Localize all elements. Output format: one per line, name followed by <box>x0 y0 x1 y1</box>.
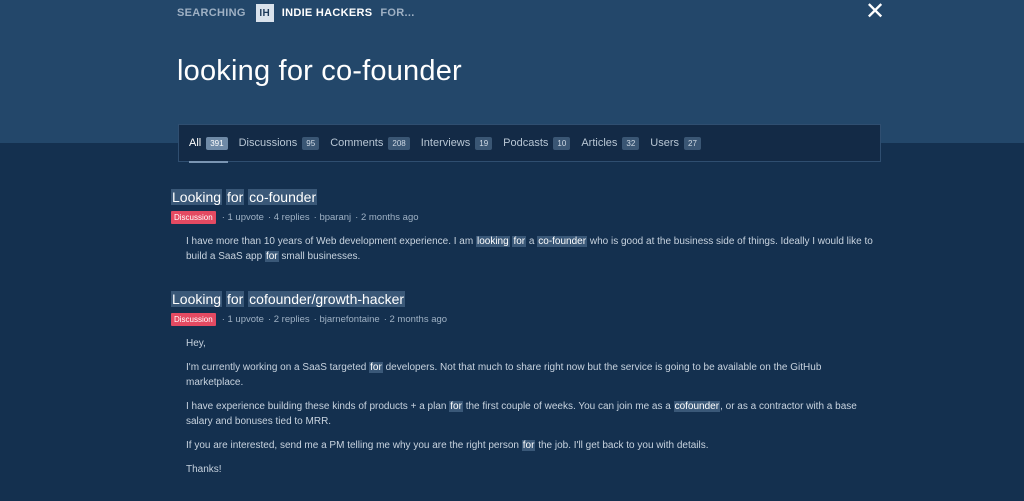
result-title-link[interactable]: Looking for co-founder <box>171 189 881 205</box>
excerpt-text: I have experience building these kinds o… <box>186 401 447 412</box>
tab-label: Users <box>650 137 680 149</box>
tab-all[interactable]: All 391 <box>189 124 228 163</box>
highlight: for <box>264 251 279 262</box>
excerpt-text: the job. I'll get back to you with detai… <box>538 440 709 451</box>
excerpt-text: If you are interested, send me a PM tell… <box>186 440 519 451</box>
discussion-badge: Discussion <box>171 313 216 326</box>
tab-label: Comments <box>330 137 384 149</box>
excerpt-text: Hey, <box>186 338 206 349</box>
brand-name: INDIE HACKERS <box>281 7 373 19</box>
search-scope-bar: SEARCHING IH INDIE HACKERS FOR... <box>177 4 415 22</box>
tab-count: 32 <box>622 136 640 150</box>
tab-discussions[interactable]: Discussions 95 <box>239 124 320 162</box>
excerpt-paragraph: I have more than 10 years of Web develop… <box>186 234 881 264</box>
highlight: looking <box>475 236 510 247</box>
searching-label: SEARCHING <box>177 7 246 19</box>
reply-count: · 4 replies <box>267 212 310 223</box>
tab-podcasts[interactable]: Podcasts 10 <box>503 124 571 162</box>
tab-interviews[interactable]: Interviews 19 <box>420 124 493 162</box>
highlight: Looking <box>171 189 223 205</box>
tab-count: 208 <box>388 136 410 150</box>
highlight: cofounder/growth-hacker <box>248 291 406 307</box>
excerpt-text: I'm currently working on a SaaS targeted <box>186 362 367 373</box>
excerpt-text: I have more than 10 years of Web develop… <box>186 236 474 247</box>
highlight: cofounder <box>673 401 721 412</box>
tab-users[interactable]: Users 27 <box>650 124 701 162</box>
highlight: for <box>449 401 463 412</box>
tab-label: Discussions <box>238 137 298 149</box>
discussion-badge: Discussion <box>171 211 216 224</box>
result-excerpt: I have more than 10 years of Web develop… <box>186 234 881 264</box>
highlight: for <box>521 440 536 451</box>
highlight: for <box>369 362 383 373</box>
excerpt-text: small businesses. <box>281 251 361 262</box>
tab-count: 19 <box>475 136 493 150</box>
excerpt-paragraph: I'm currently working on a SaaS targeted… <box>186 360 881 390</box>
upvote-count: · 1 upvote <box>221 212 264 223</box>
result-excerpt: Hey, I'm currently working on a SaaS tar… <box>186 336 881 477</box>
highlight: for <box>512 236 527 247</box>
excerpt-text: a <box>528 236 535 247</box>
search-query[interactable]: looking for co-founder <box>177 55 462 88</box>
result-meta: Discussion · 1 upvote · 4 replies · bpar… <box>171 211 881 224</box>
highlight: Looking <box>171 291 223 307</box>
author-link[interactable]: · bjarnefontaine <box>314 314 380 325</box>
tab-count: 10 <box>553 136 571 150</box>
tab-articles[interactable]: Articles 32 <box>581 124 640 162</box>
excerpt-text: Thanks! <box>186 464 222 475</box>
reply-count: · 2 replies <box>267 314 310 325</box>
close-icon[interactable]: ✕ <box>864 0 886 24</box>
tab-count: 391 <box>206 136 228 150</box>
excerpt-paragraph: I have experience building these kinds o… <box>186 399 881 429</box>
excerpt-paragraph: Thanks! <box>186 462 881 477</box>
timestamp: · 2 months ago <box>383 314 448 325</box>
result-tabs: All 391 Discussions 95 Comments 208 Inte… <box>178 124 881 163</box>
author-link[interactable]: · bparanj <box>314 212 352 223</box>
result-title-link[interactable]: Looking for cofounder/growth-hacker <box>171 291 881 307</box>
tab-label: Podcasts <box>503 137 549 149</box>
indie-hackers-logo: IH <box>255 4 274 22</box>
upvote-count: · 1 upvote <box>221 314 264 325</box>
search-result: Looking for co-founder Discussion · 1 up… <box>171 189 881 273</box>
tab-label: Interviews <box>420 137 471 149</box>
result-meta: Discussion · 1 upvote · 2 replies · bjar… <box>171 313 881 326</box>
highlight: co-founder <box>248 189 318 205</box>
highlight: co-founder <box>537 236 588 247</box>
tab-count: 95 <box>302 136 320 150</box>
tab-label: Articles <box>581 137 618 149</box>
excerpt-text: the first couple of weeks. You can join … <box>465 401 671 412</box>
timestamp: · 2 months ago <box>355 212 419 223</box>
excerpt-paragraph: If you are interested, send me a PM tell… <box>186 438 881 453</box>
tab-comments[interactable]: Comments 208 <box>330 124 410 162</box>
excerpt-paragraph: Hey, <box>186 336 881 351</box>
for-label: FOR... <box>380 7 415 19</box>
tab-label: All <box>189 137 202 149</box>
search-result: Looking for cofounder/growth-hacker Disc… <box>171 291 881 486</box>
highlight: for <box>225 189 245 205</box>
highlight: for <box>225 291 245 307</box>
tab-count: 27 <box>684 136 701 150</box>
